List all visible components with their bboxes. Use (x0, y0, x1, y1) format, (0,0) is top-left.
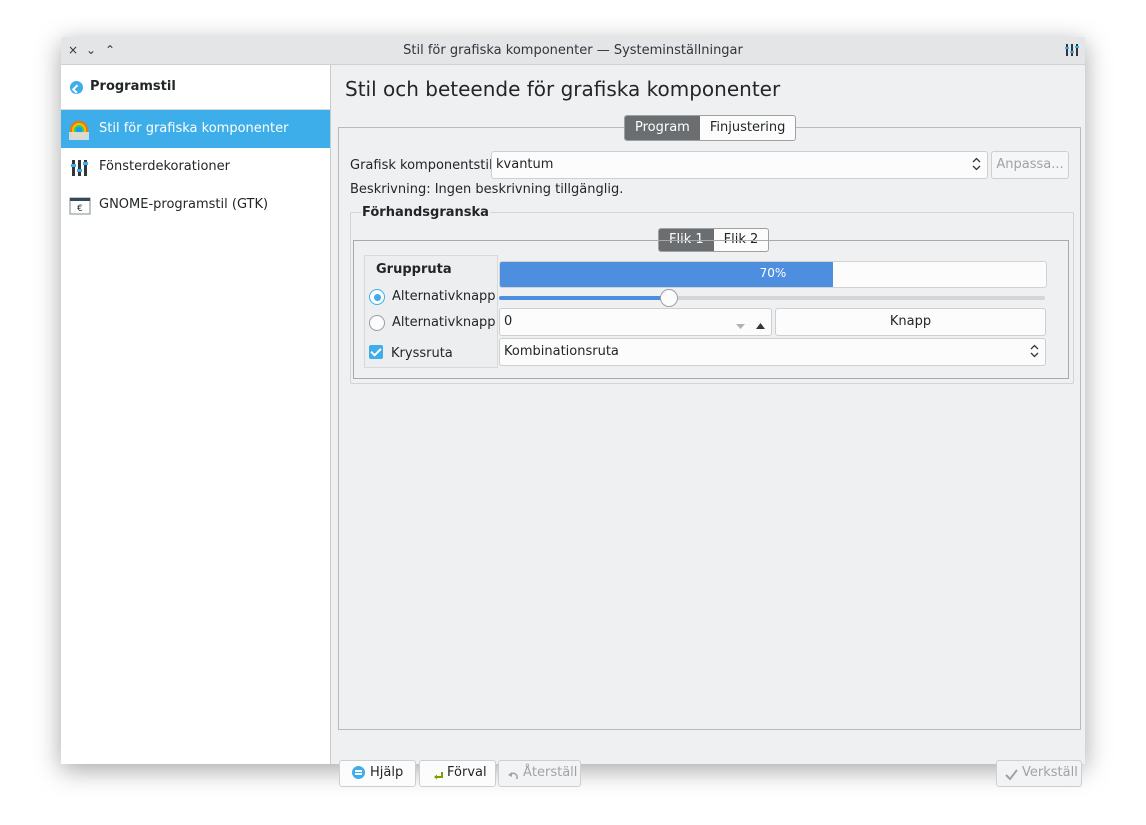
spin-up-icon[interactable] (756, 318, 765, 333)
sidebar-item-widget-style[interactable]: Stil för grafiska komponenter (61, 110, 330, 148)
widget-style-label: Grafisk komponentstil: (350, 158, 497, 173)
defaults-icon (432, 767, 444, 791)
slider-fill (499, 296, 669, 300)
help-label: Hjälp (370, 765, 404, 780)
tab-fine-tuning[interactable]: Finjustering (700, 116, 796, 140)
widget-style-value: kvantum (496, 157, 554, 172)
slider[interactable] (499, 289, 1045, 307)
tab-program[interactable]: Program (625, 116, 700, 140)
app-menu-icon[interactable] (1065, 42, 1079, 58)
updown-arrows-icon (1030, 344, 1039, 358)
apply-check-icon (1005, 766, 1018, 790)
reset-label: Återställ (523, 765, 578, 780)
sidebar-item-label: Fönsterdekorationer (99, 159, 231, 174)
window-decorations-icon (69, 158, 89, 178)
reset-button[interactable]: Återställ (498, 760, 581, 787)
sidebar-item-gtk[interactable]: € GNOME-programstil (GTK) (61, 186, 330, 224)
back-label: Programstil (90, 79, 176, 94)
preview-group-title: Förhandsgranska (361, 205, 490, 220)
gtk-icon: € (69, 196, 91, 216)
titlebar: × ⌄ ⌃ Stil för grafiska komponenter — Sy… (61, 37, 1085, 65)
apply-label: Verkställ (1022, 765, 1078, 780)
combo-value: Kombinationsruta (504, 344, 619, 359)
back-arrow-icon (70, 81, 83, 94)
preview-frame: Gruppruta Alternativknapp Alternativknap… (353, 240, 1069, 379)
spin-value: 0 (504, 314, 513, 329)
kombinationsruta-combo[interactable]: Kombinationsruta (499, 338, 1046, 366)
svg-text:€: € (77, 204, 83, 214)
configure-button[interactable]: Anpassa... (991, 151, 1069, 179)
sidebar-item-label: GNOME-programstil (GTK) (99, 197, 269, 212)
checkbox[interactable] (369, 345, 383, 359)
help-button[interactable]: Hjälp (339, 760, 416, 787)
apply-button[interactable]: Verkställ (996, 760, 1082, 787)
spin-down-icon[interactable] (736, 319, 745, 334)
reset-icon (507, 767, 519, 791)
main-content: Stil och beteende för grafiska komponent… (331, 65, 1085, 787)
window-title: Stil för grafiska komponenter — Systemin… (403, 43, 743, 58)
widget-style-combo[interactable]: kvantum (491, 151, 988, 179)
description-text: Beskrivning: Ingen beskrivning tillgängl… (350, 182, 624, 197)
sidebar: Programstil Stil för grafiska komponente… (61, 65, 331, 764)
tab-frame: Program Finjustering Grafisk komponentst… (338, 115, 1081, 730)
progress-bar: 70% (499, 261, 1047, 288)
defaults-button[interactable]: Förval (419, 760, 496, 787)
slider-handle[interactable] (660, 289, 679, 307)
progress-text: 70% (759, 266, 787, 280)
defaults-label: Förval (447, 765, 487, 780)
sidebar-item-window-decorations[interactable]: Fönsterdekorationer (61, 148, 330, 186)
main-tabs: Program Finjustering (624, 115, 797, 141)
updown-arrows-icon (972, 157, 981, 171)
knapp-button[interactable]: Knapp (775, 308, 1046, 336)
checkbox-label: Kryssruta (391, 346, 453, 361)
radio-button-2[interactable] (369, 315, 385, 331)
radio-label-2: Alternativknapp (392, 315, 496, 330)
sidebar-item-label: Stil för grafiska komponenter (99, 121, 289, 136)
help-icon (352, 766, 365, 779)
radio-button-1[interactable] (369, 289, 385, 305)
back-button[interactable]: Programstil (61, 65, 330, 110)
radio-label-1: Alternativknapp (392, 289, 496, 304)
page-title: Stil och beteende för grafiska komponent… (345, 77, 781, 101)
settings-window: × ⌄ ⌃ Stil för grafiska komponenter — Sy… (61, 37, 1085, 787)
inner-groupbox: Gruppruta Alternativknapp Alternativknap… (364, 255, 498, 368)
spin-box[interactable]: 0 (499, 308, 772, 336)
widget-style-icon (69, 120, 89, 140)
group-box-title: Gruppruta (376, 262, 452, 277)
